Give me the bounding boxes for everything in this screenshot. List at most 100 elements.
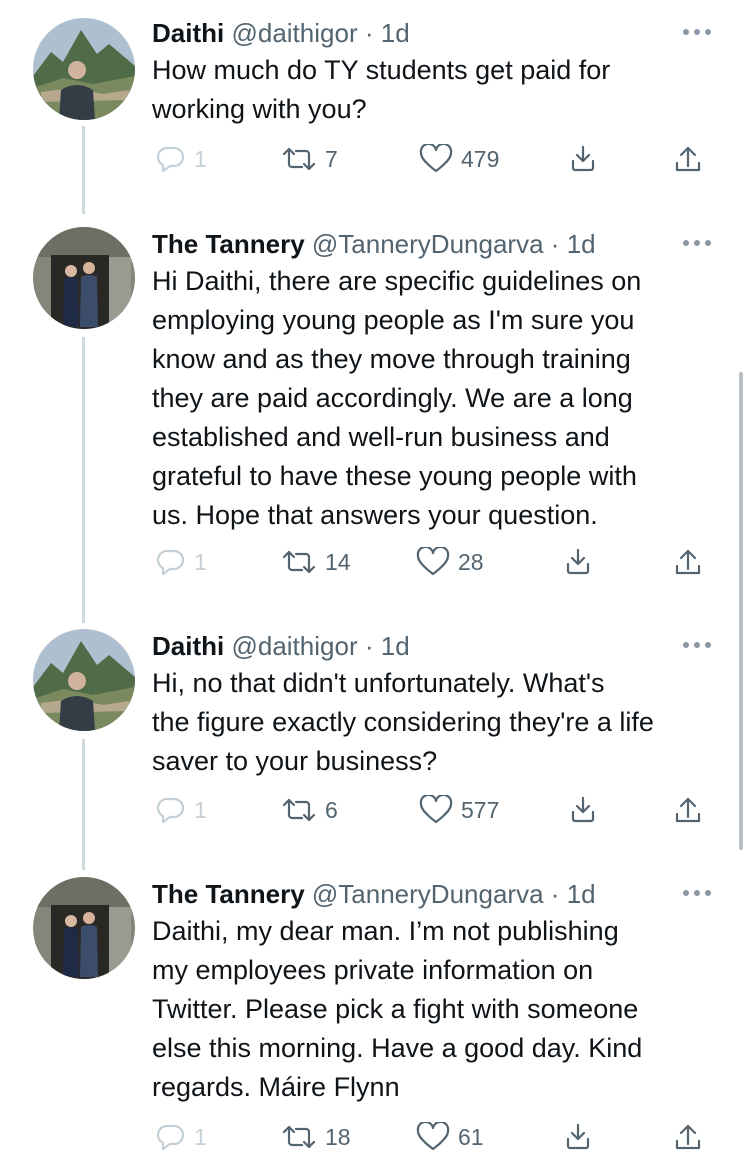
bookmark-button[interactable] <box>568 139 598 179</box>
tweet-text: Hi Daithi, there are specific guidelines… <box>152 262 732 535</box>
reply-icon <box>156 146 185 173</box>
tweet-text: Daithi, my dear man. I’m not publishing … <box>152 912 732 1107</box>
tweet-4[interactable]: The Tannery @TanneryDungarva · 1d Daithi… <box>0 875 750 1167</box>
separator-dot: · <box>364 631 374 661</box>
tweet-1[interactable]: Daithi @daithigor · 1d How much do TY st… <box>0 14 750 214</box>
reply-button[interactable]: 1 <box>156 790 207 830</box>
like-count: 28 <box>458 548 484 575</box>
reply-count: 1 <box>194 145 207 172</box>
tweet-3[interactable]: Daithi @daithigor · 1d Hi, no that didn'… <box>0 627 750 870</box>
share-icon <box>675 797 701 823</box>
tweet-header: Daithi @daithigor · 1d <box>152 627 410 667</box>
like-button[interactable]: 28 <box>416 542 484 582</box>
tweet-text-line: know and as they move through training <box>152 344 631 374</box>
tweet-text-line: Hi, no that didn't unfortunately. What's <box>152 668 605 698</box>
action-bar: 1 7 479 <box>150 139 720 179</box>
share-icon <box>675 1124 701 1150</box>
like-button[interactable]: 61 <box>416 1117 484 1157</box>
display-name[interactable]: The Tannery <box>152 879 305 909</box>
avatar-image <box>33 18 135 120</box>
avatar-the-tannery[interactable] <box>33 877 135 979</box>
tweet-text-line: grateful to have these young people with <box>152 461 637 491</box>
tweet-text-line: regards. Máire Flynn <box>152 1072 400 1102</box>
action-bar: 1 18 61 <box>150 1117 720 1157</box>
timestamp[interactable]: 1d <box>567 229 596 259</box>
tweet-header: The Tannery @TanneryDungarva · 1d <box>152 225 596 265</box>
tweet-text: How much do TY students get paid for wor… <box>152 51 732 129</box>
tweet-header: The Tannery @TanneryDungarva · 1d <box>152 875 596 915</box>
retweet-button[interactable]: 7 <box>281 139 338 179</box>
like-button[interactable]: 479 <box>419 139 499 179</box>
reply-icon <box>156 797 185 824</box>
tweet-text-line: How much do TY students get paid for <box>152 55 611 85</box>
reply-icon <box>156 549 185 576</box>
thread-line <box>82 126 85 214</box>
user-handle[interactable]: @TanneryDungarva <box>312 229 544 259</box>
action-bar: 1 6 577 <box>150 790 720 830</box>
share-button[interactable] <box>673 1117 703 1157</box>
more-options-icon[interactable] <box>678 883 716 903</box>
share-icon <box>675 146 701 172</box>
share-icon <box>675 549 701 575</box>
like-button[interactable]: 577 <box>419 790 499 830</box>
tweet-text-line: saver to your business? <box>152 746 438 776</box>
tweet-text-line: us. Hope that answers your question. <box>152 500 598 530</box>
user-handle[interactable]: @TanneryDungarva <box>312 879 544 909</box>
avatar-daithi[interactable] <box>33 18 135 120</box>
retweet-button[interactable]: 18 <box>281 1117 351 1157</box>
reply-icon <box>156 1124 185 1151</box>
tweet-text-line: my employees private information on <box>152 955 594 985</box>
bookmark-icon <box>566 548 590 575</box>
tweet-text-line: Hi Daithi, there are specific guidelines… <box>152 266 642 296</box>
bookmark-icon <box>571 145 595 172</box>
bookmark-icon <box>571 796 595 823</box>
reply-count: 1 <box>194 1123 207 1150</box>
share-button[interactable] <box>673 542 703 582</box>
retweet-button[interactable]: 6 <box>281 790 338 830</box>
display-name[interactable]: Daithi <box>152 18 224 48</box>
timestamp[interactable]: 1d <box>567 879 596 909</box>
tweet-text-line: else this morning. Have a good day. Kind <box>152 1033 643 1063</box>
timestamp[interactable]: 1d <box>381 18 410 48</box>
reply-button[interactable]: 1 <box>156 542 207 582</box>
user-handle[interactable]: @daithigor <box>231 18 357 48</box>
separator-dot: · <box>550 229 560 259</box>
reply-button[interactable]: 1 <box>156 139 207 179</box>
thread-line <box>82 739 85 870</box>
user-handle[interactable]: @daithigor <box>231 631 357 661</box>
more-options-icon[interactable] <box>678 22 716 42</box>
tweet-text-line: Twitter. Please pick a fight with someon… <box>152 994 639 1024</box>
retweet-count: 18 <box>325 1123 351 1150</box>
tweet-text-line: working with you? <box>152 94 367 124</box>
like-count: 479 <box>461 145 500 172</box>
retweet-count: 14 <box>325 548 351 575</box>
timestamp[interactable]: 1d <box>381 631 410 661</box>
avatar-the-tannery[interactable] <box>33 227 135 329</box>
action-bar: 1 14 28 <box>150 542 720 582</box>
separator-dot: · <box>364 18 374 48</box>
tweet-text-line: employing young people as I'm sure you <box>152 305 635 335</box>
tweet-text-line: they are paid accordingly. We are a long <box>152 383 633 413</box>
retweet-button[interactable]: 14 <box>281 542 351 582</box>
bookmark-button[interactable] <box>563 1117 593 1157</box>
avatar-image <box>33 629 135 731</box>
reply-count: 1 <box>194 796 207 823</box>
more-options-icon[interactable] <box>678 635 716 655</box>
retweet-icon <box>282 147 316 171</box>
bookmark-button[interactable] <box>563 542 593 582</box>
share-button[interactable] <box>673 790 703 830</box>
scrollbar[interactable] <box>739 372 743 850</box>
retweet-icon <box>282 550 316 574</box>
more-options-icon[interactable] <box>678 233 716 253</box>
like-count: 577 <box>461 796 500 823</box>
retweet-icon <box>282 798 316 822</box>
tweet-2[interactable]: The Tannery @TanneryDungarva · 1d Hi Dai… <box>0 225 750 623</box>
avatar-daithi[interactable] <box>33 629 135 731</box>
reply-button[interactable]: 1 <box>156 1117 207 1157</box>
display-name[interactable]: The Tannery <box>152 229 305 259</box>
retweet-count: 7 <box>325 145 338 172</box>
display-name[interactable]: Daithi <box>152 631 224 661</box>
share-button[interactable] <box>673 139 703 179</box>
thread-line <box>82 337 85 623</box>
bookmark-button[interactable] <box>568 790 598 830</box>
